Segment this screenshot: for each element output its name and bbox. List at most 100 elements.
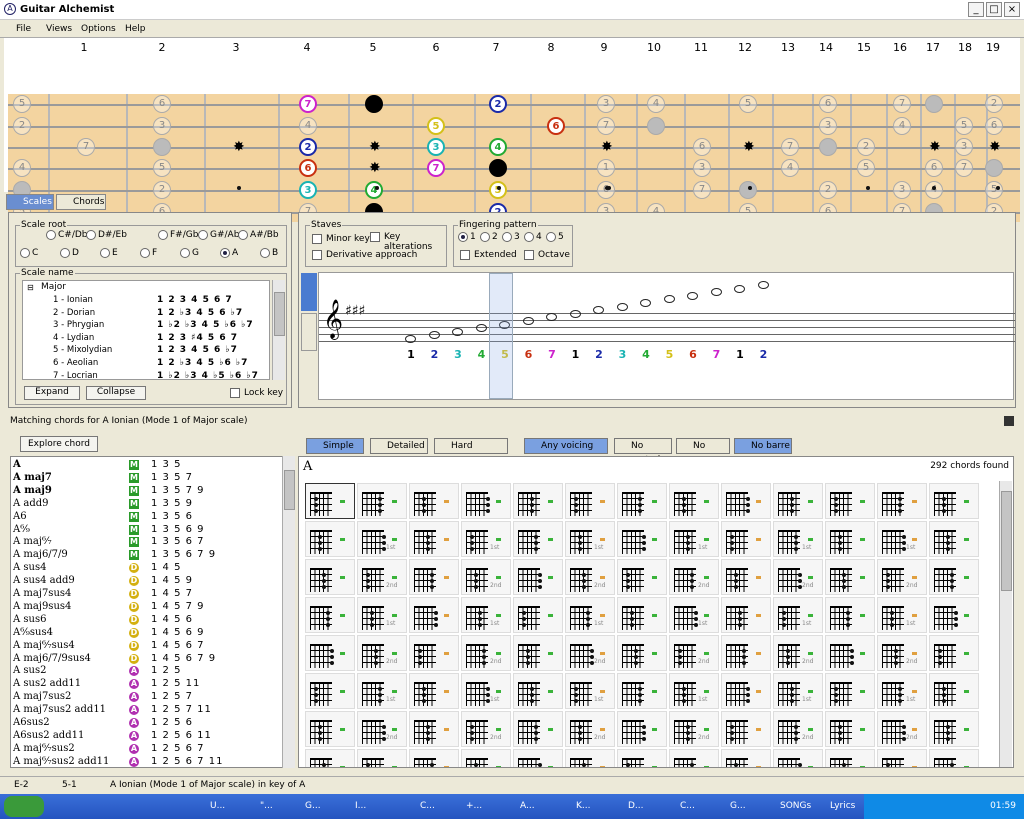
chord-diagram[interactable]: 2nd [877, 635, 927, 671]
chord-diagram[interactable] [721, 749, 771, 767]
staff-note[interactable] [569, 309, 581, 318]
fretboard-note[interactable]: 3 [955, 138, 973, 156]
chord-diagram[interactable]: 1st [877, 597, 927, 633]
chord-diagram[interactable]: 2nd [669, 559, 719, 595]
chord-diagram[interactable]: 1st [773, 673, 823, 709]
scale-mode-item[interactable]: 3 - Phrygian [53, 320, 104, 330]
chord-list-row[interactable]: A maj⁶⁄₇sus2 A 1 2 5 6 7 [11, 743, 281, 756]
fretboard-note[interactable] [819, 138, 837, 156]
fretboard-note[interactable] [925, 95, 943, 113]
chord-list-row[interactable]: A maj9sus4 D 1 4 5 7 9 [11, 601, 281, 614]
explore-chord-button[interactable]: Explore chord [20, 436, 98, 452]
fretboard-note[interactable]: 5 [857, 159, 875, 177]
staff-note[interactable] [452, 327, 463, 336]
root-radio-deb[interactable] [86, 230, 96, 240]
fretboard-note[interactable]: 6 [985, 117, 1003, 135]
chord-list-row[interactable]: A sus6 D 1 4 5 6 [11, 614, 281, 627]
chord-diagram[interactable]: 1st [669, 521, 719, 557]
voicing-select[interactable]: Any voicing [524, 438, 608, 454]
chord-diagram[interactable] [617, 597, 667, 633]
chord-diagram[interactable]: 2nd [877, 559, 927, 595]
no-barre-button[interactable]: No barre [734, 438, 792, 454]
chord-list-row[interactable]: A⁶⁄₉sus4 D 1 4 5 6 9 [11, 627, 281, 640]
staff-note[interactable] [522, 317, 534, 325]
menu-help[interactable]: Help [125, 24, 146, 34]
chord-diagram[interactable] [617, 635, 667, 671]
chord-diagram[interactable]: 1st [461, 749, 511, 767]
fretboard-note[interactable]: 7 [781, 138, 799, 156]
chord-list-row[interactable]: A maj⁶⁄₇ M 1 3 5 6 7 [11, 536, 281, 549]
extended-checkbox[interactable] [460, 250, 470, 260]
chord-diagram[interactable] [773, 483, 823, 519]
chord-diagram[interactable] [721, 521, 771, 557]
fretboard-note[interactable]: 4 [893, 117, 911, 135]
staff-note[interactable] [663, 295, 675, 304]
chord-list-row[interactable]: A maj7 M 1 3 5 7 [11, 472, 281, 485]
fretboard-note[interactable] [153, 138, 171, 156]
chord-diagram[interactable]: 2nd [461, 635, 511, 671]
staff-note[interactable] [640, 299, 651, 307]
chord-diagram[interactable]: 1st [669, 673, 719, 709]
fretboard-note[interactable]: 7 [299, 95, 317, 113]
chord-diagram[interactable] [669, 483, 719, 519]
scale-note-marker[interactable]: ✸ [989, 140, 1001, 154]
fretboard-note[interactable]: 3 [299, 181, 317, 199]
chord-diagram[interactable] [409, 597, 459, 633]
fretboard-note[interactable]: 5 [153, 159, 171, 177]
scale-note-marker[interactable]: ✸ [743, 140, 755, 154]
chord-diagram[interactable]: 1st [669, 749, 719, 767]
chord-diagram[interactable] [929, 711, 979, 747]
chord-diagram[interactable]: 2nd [565, 711, 615, 747]
chord-diagram[interactable] [617, 673, 667, 709]
taskbar-item[interactable]: I... [335, 797, 381, 816]
chord-diagram[interactable] [305, 673, 355, 709]
fretboard-note[interactable]: 4 [13, 159, 31, 177]
root-radio-fgb[interactable] [158, 230, 168, 240]
chord-diagram[interactable] [305, 597, 355, 633]
taskbar-item[interactable]: K... [556, 797, 602, 816]
chord-diagram[interactable] [357, 483, 407, 519]
minor-key-checkbox[interactable] [312, 234, 322, 244]
chord-diagram[interactable] [825, 597, 875, 633]
chord-diagram[interactable] [409, 483, 459, 519]
chord-diagram[interactable] [513, 673, 563, 709]
staff-note[interactable] [710, 288, 722, 297]
fretboard-note[interactable]: 2 [857, 138, 875, 156]
close-button[interactable]: × [1004, 2, 1020, 17]
lock-key-checkbox[interactable] [230, 388, 240, 398]
fretboard-note[interactable]: 2 [13, 117, 31, 135]
chord-diagram[interactable]: 1st [773, 749, 823, 767]
chord-list-row[interactable]: A maj7sus4 D 1 4 5 7 [11, 588, 281, 601]
tab-scales[interactable]: Scales [6, 194, 54, 210]
fretboard-note[interactable]: 1 [597, 159, 615, 177]
fretboard-note[interactable]: 2 [299, 138, 317, 156]
root-radio-a[interactable] [220, 248, 230, 258]
chord-diagram[interactable] [461, 483, 511, 519]
scale-note-marker[interactable]: ✸ [601, 140, 613, 154]
taskbar-item[interactable]: G... [710, 797, 756, 816]
chord-diagram[interactable]: 2nd [773, 711, 823, 747]
chord-diagram[interactable]: 2nd [461, 711, 511, 747]
chord-diagram[interactable]: 2nd [877, 711, 927, 747]
fretboard-note[interactable]: 7 [693, 181, 711, 199]
chord-diagram[interactable]: 1st [877, 749, 927, 767]
fingering-radio-3[interactable] [502, 232, 512, 242]
chord-diagram[interactable]: 1st [461, 521, 511, 557]
fretboard-note[interactable]: 3 [893, 181, 911, 199]
fretboard-note[interactable]: 5 [955, 117, 973, 135]
fretboard-note[interactable]: 4 [365, 181, 383, 199]
chord-diagram[interactable]: 2nd [565, 559, 615, 595]
chord-diagram[interactable] [513, 521, 563, 557]
fingering-radio-1[interactable] [458, 232, 468, 242]
chord-diagram[interactable] [513, 483, 563, 519]
fretboard-note[interactable]: 3 [819, 117, 837, 135]
scale-mode-item[interactable]: 7 - Locrian [53, 371, 98, 381]
tree-toggle-icon[interactable]: ⊟ [27, 283, 34, 292]
chord-diagram[interactable] [305, 521, 355, 557]
collapse-button[interactable]: Collapse [86, 386, 146, 400]
root-radio-abb[interactable] [238, 230, 248, 240]
chord-diagram[interactable] [513, 749, 563, 767]
fretboard-note[interactable] [365, 95, 383, 113]
chord-diagram[interactable] [513, 635, 563, 671]
chord-diagram[interactable] [825, 635, 875, 671]
